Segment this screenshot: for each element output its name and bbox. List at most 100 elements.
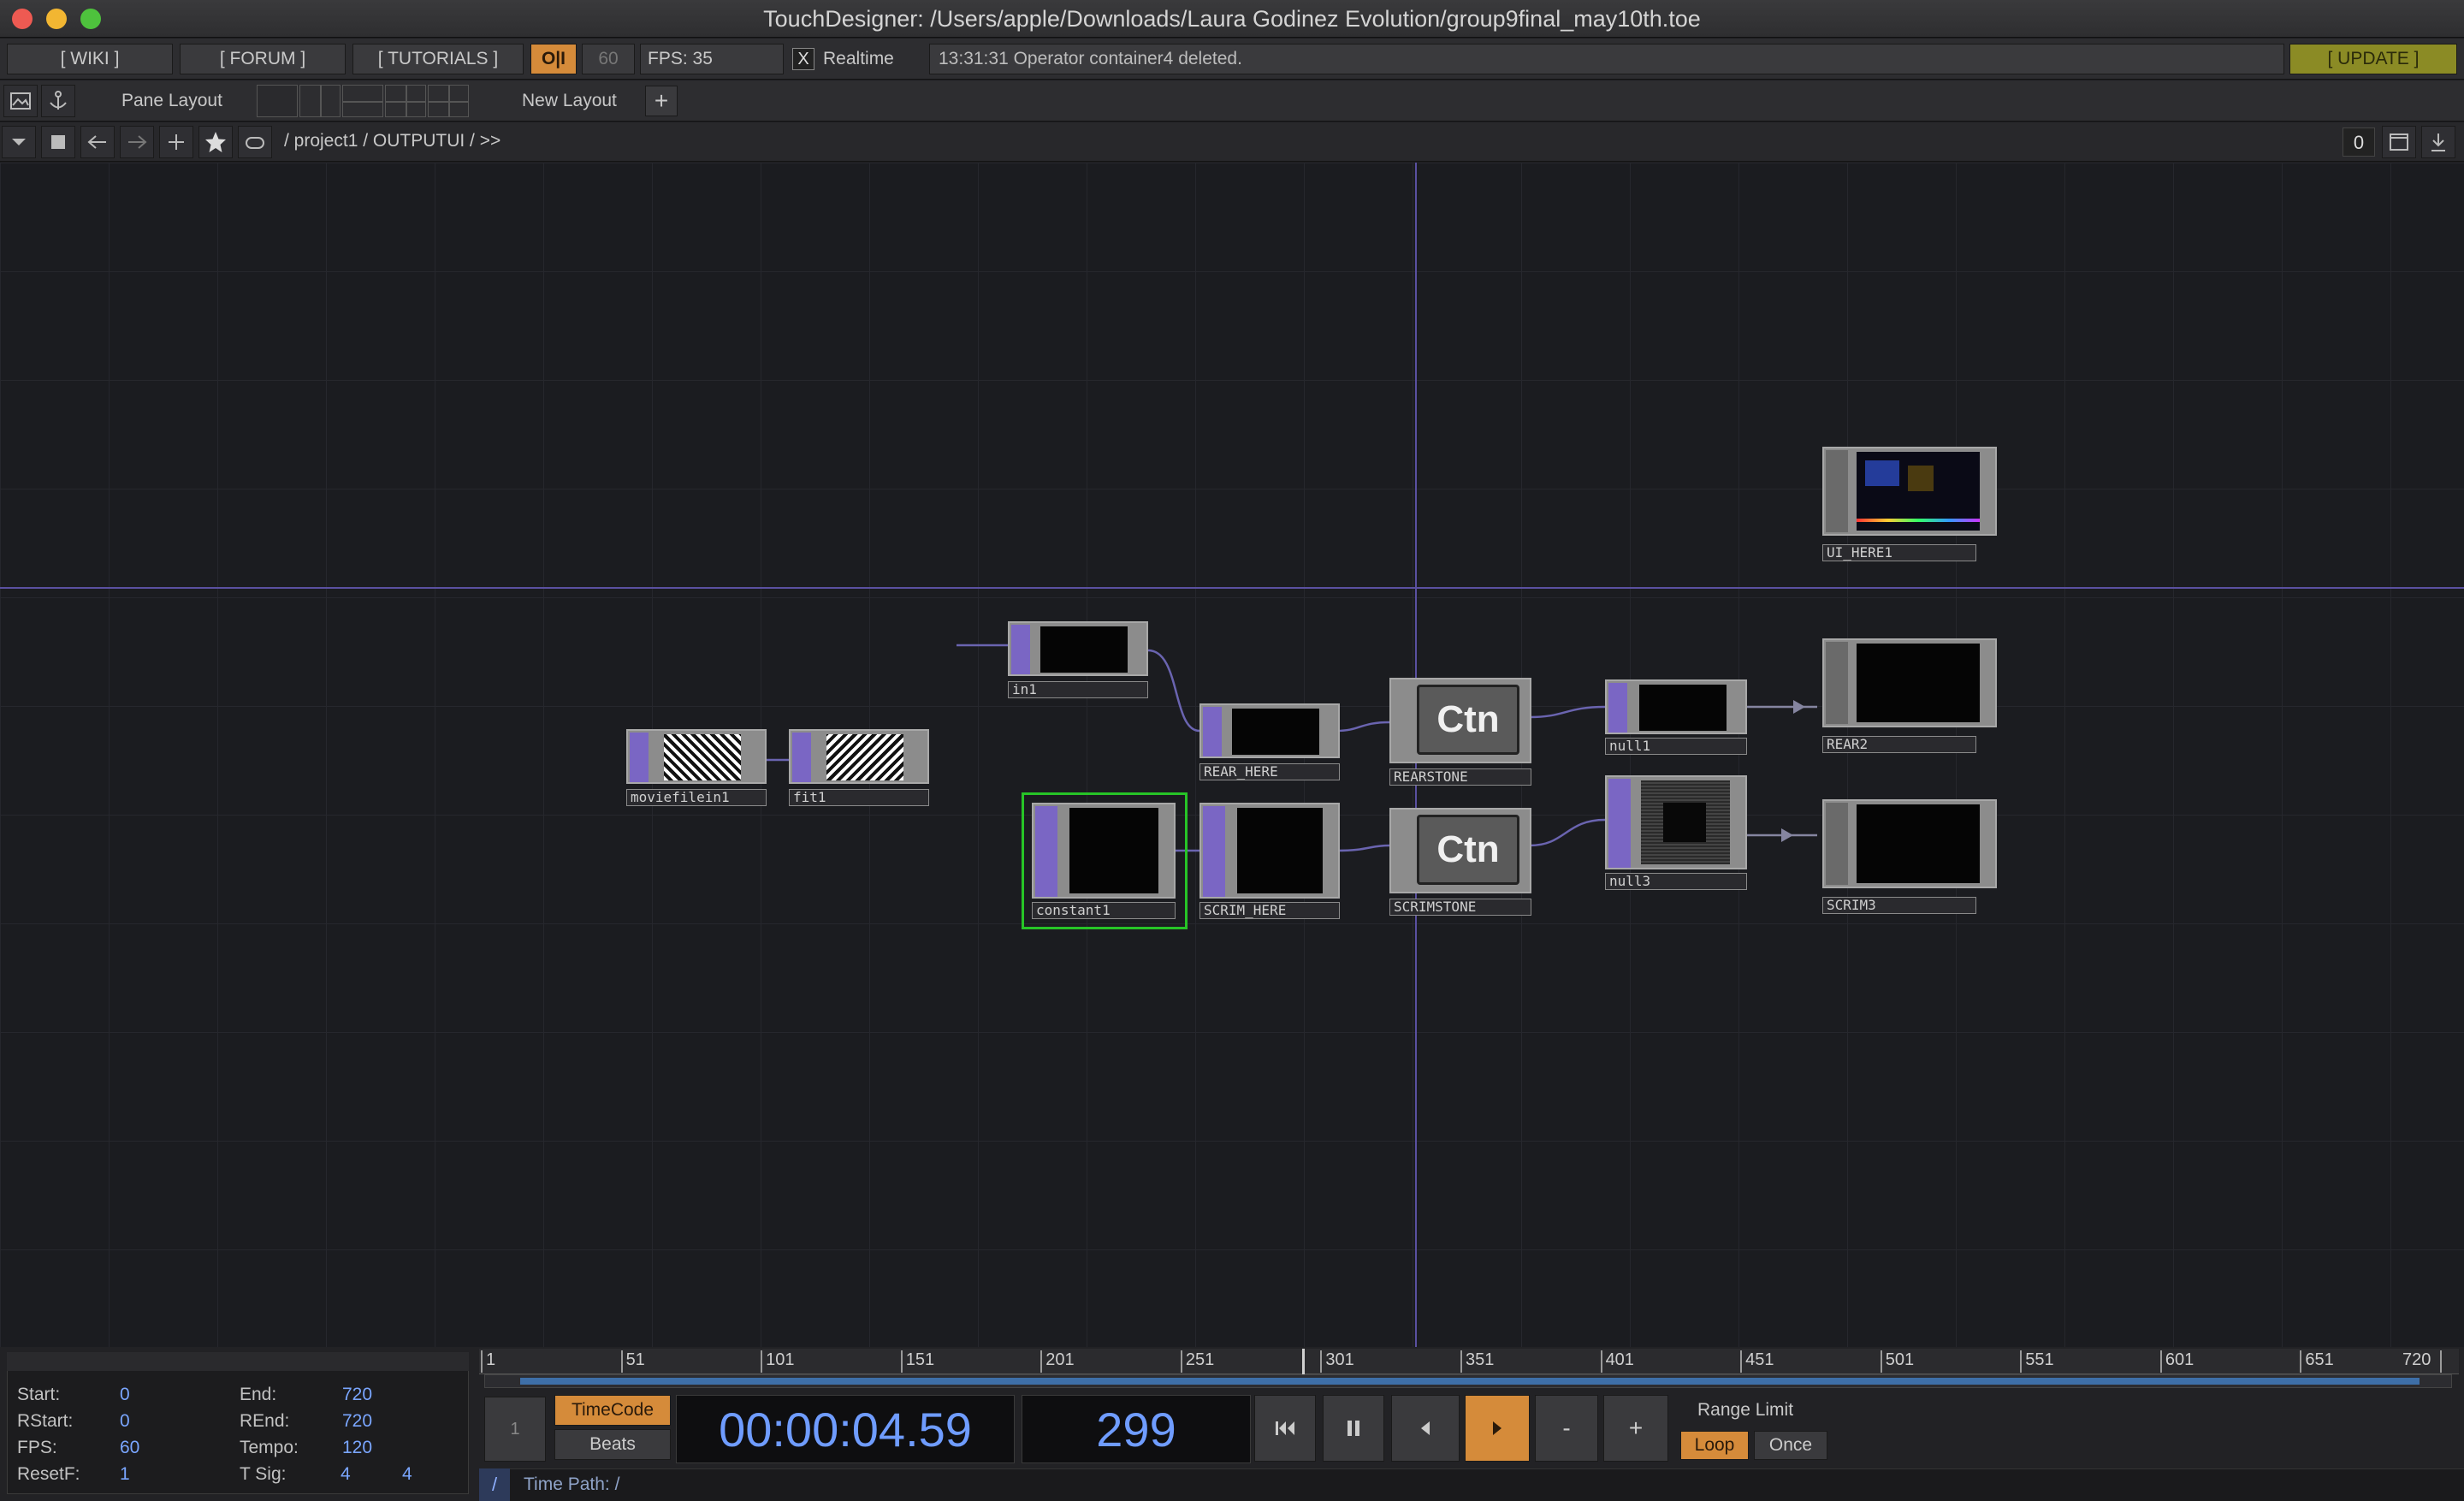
forward-arrow-icon[interactable] bbox=[120, 126, 154, 158]
node-scrim-here-label[interactable]: SCRIM_HERE bbox=[1199, 902, 1340, 919]
node-scrim-here-viewer bbox=[1237, 808, 1323, 893]
start-label: Start: bbox=[17, 1385, 61, 1404]
node-null1-viewer bbox=[1639, 685, 1727, 731]
ruler-tick-line bbox=[1600, 1350, 1602, 1373]
once-button[interactable]: Once bbox=[1754, 1431, 1827, 1460]
node-fit1-viewer bbox=[826, 734, 903, 780]
tutorials-button[interactable]: [ TUTORIALS ] bbox=[352, 44, 524, 74]
node-constant1-label[interactable]: constant1 bbox=[1032, 902, 1176, 919]
time-path-bar bbox=[479, 1468, 2464, 1501]
anchor-icon[interactable] bbox=[41, 85, 75, 117]
node-fit1-label[interactable]: fit1 bbox=[789, 789, 929, 806]
rend-label: REnd: bbox=[240, 1411, 290, 1431]
ruler-tick-label: 101 bbox=[766, 1350, 795, 1369]
add-icon[interactable] bbox=[159, 126, 193, 158]
realtime-checkbox[interactable]: X bbox=[792, 48, 814, 70]
fps-target-field[interactable]: 60 bbox=[582, 44, 635, 74]
rstart-value[interactable]: 0 bbox=[120, 1411, 130, 1432]
pane-layout-label: Pane Layout bbox=[121, 91, 222, 110]
playhead-marker[interactable] bbox=[1302, 1349, 1305, 1374]
download-icon[interactable] bbox=[2421, 126, 2455, 158]
stop-icon[interactable] bbox=[41, 126, 75, 158]
loop-button[interactable]: Loop bbox=[1680, 1431, 1749, 1460]
frame-display[interactable]: 299 bbox=[1022, 1395, 1251, 1463]
pause-icon[interactable] bbox=[1323, 1395, 1384, 1462]
side-index[interactable]: 1 bbox=[484, 1397, 546, 1462]
tempo-value[interactable]: 120 bbox=[342, 1438, 372, 1458]
node-scrimstone-viewer: Ctn bbox=[1417, 815, 1519, 885]
dropdown-arrow-icon[interactable] bbox=[2, 126, 36, 158]
node-ui-here1-label[interactable]: UI_HERE1 bbox=[1822, 544, 1976, 561]
gamepad-icon[interactable] bbox=[238, 126, 272, 158]
play-icon[interactable] bbox=[1465, 1395, 1530, 1462]
node-counter: 0 bbox=[2343, 128, 2375, 157]
ruler-tick-label: 501 bbox=[1885, 1350, 1915, 1369]
layout-quad-icon[interactable] bbox=[428, 85, 469, 117]
increment-button[interactable]: + bbox=[1603, 1395, 1668, 1462]
node-rear2-label[interactable]: REAR2 bbox=[1822, 736, 1976, 753]
network-editor[interactable]: moviefilein1 fit1 in1 REAR_HERE constant… bbox=[0, 163, 2464, 1347]
node-null1-strip bbox=[1608, 683, 1627, 733]
time-path-root[interactable]: / bbox=[479, 1468, 510, 1501]
beats-button[interactable]: Beats bbox=[554, 1429, 671, 1460]
decrement-button[interactable]: - bbox=[1535, 1395, 1598, 1462]
node-rearstone-label[interactable]: REARSTONE bbox=[1389, 768, 1531, 786]
ruler-tick-label: 301 bbox=[1325, 1350, 1354, 1369]
node-scrim3-viewer bbox=[1857, 804, 1980, 883]
realtime-label: Realtime bbox=[823, 49, 894, 68]
node-ui-here1-strip bbox=[1826, 450, 1848, 532]
node-null1-label[interactable]: null1 bbox=[1605, 738, 1747, 755]
maximize-pane-icon[interactable] bbox=[2382, 126, 2416, 158]
rewind-to-start-icon[interactable] bbox=[1254, 1395, 1316, 1462]
timecode-button[interactable]: TimeCode bbox=[554, 1395, 671, 1426]
update-button[interactable]: [ UPDATE ] bbox=[2289, 44, 2457, 74]
start-value[interactable]: 0 bbox=[120, 1385, 130, 1405]
node-scrim3-label[interactable]: SCRIM3 bbox=[1822, 897, 1976, 914]
wiki-button[interactable]: [ WIKI ] bbox=[7, 44, 173, 74]
range-bar[interactable] bbox=[520, 1378, 2420, 1385]
tsig-label: T Sig: bbox=[240, 1464, 287, 1484]
oi-toggle-button[interactable]: O|I bbox=[530, 44, 577, 74]
star-icon[interactable] bbox=[198, 126, 233, 158]
node-rearstone-viewer: Ctn bbox=[1417, 685, 1519, 755]
node-in1-label[interactable]: in1 bbox=[1008, 681, 1148, 698]
node-moviefilein1-label[interactable]: moviefilein1 bbox=[626, 789, 767, 806]
ruler-tick-line bbox=[1880, 1350, 1882, 1373]
timecode-display[interactable]: 00:00:04.59 bbox=[676, 1395, 1015, 1463]
ruler-tick-line bbox=[900, 1350, 903, 1373]
step-back-icon[interactable] bbox=[1391, 1395, 1460, 1462]
ruler-tick-label: 551 bbox=[2025, 1350, 2054, 1369]
ruler-tick-line bbox=[2440, 1350, 2442, 1373]
layout-split-vertical-icon[interactable] bbox=[299, 85, 341, 117]
layout-three-pane-icon[interactable] bbox=[385, 85, 426, 117]
range-limit-label: Range Limit bbox=[1697, 1400, 1794, 1420]
tsig-denominator[interactable]: 4 bbox=[402, 1464, 412, 1485]
node-rear-here-label[interactable]: REAR_HERE bbox=[1199, 763, 1340, 780]
node-scrimstone-label[interactable]: SCRIMSTONE bbox=[1389, 899, 1531, 916]
forum-button[interactable]: [ FORUM ] bbox=[180, 44, 346, 74]
node-rear-here-viewer bbox=[1232, 709, 1319, 755]
end-value[interactable]: 720 bbox=[342, 1385, 372, 1405]
ruler-tick-line bbox=[761, 1350, 763, 1373]
tsig-numerator[interactable]: 4 bbox=[341, 1464, 351, 1485]
add-layout-button[interactable]: + bbox=[645, 86, 678, 116]
node-null3-label[interactable]: null3 bbox=[1605, 873, 1747, 890]
ruler-tick-line bbox=[1320, 1350, 1323, 1373]
breadcrumb-path[interactable]: / project1 / OUTPUTUI / >> bbox=[284, 125, 500, 157]
node-moviefilein1-strip bbox=[630, 733, 649, 782]
layout-split-horizontal-icon[interactable] bbox=[342, 85, 383, 117]
pane-image-icon[interactable] bbox=[3, 85, 38, 117]
ruler-tick-line bbox=[2159, 1350, 2162, 1373]
resetf-value[interactable]: 1 bbox=[120, 1464, 130, 1485]
node-rear-here-strip bbox=[1203, 707, 1222, 756]
back-arrow-icon[interactable] bbox=[80, 126, 115, 158]
ruler-tick-label: 351 bbox=[1466, 1350, 1495, 1369]
ruler-tick-line bbox=[620, 1350, 623, 1373]
ruler-tick-label: 251 bbox=[1185, 1350, 1215, 1369]
time-path-label[interactable]: Time Path: / bbox=[524, 1468, 619, 1501]
rend-value[interactable]: 720 bbox=[342, 1411, 372, 1432]
fps-value[interactable]: 60 bbox=[120, 1438, 139, 1458]
new-layout-label[interactable]: New Layout bbox=[522, 85, 617, 117]
node-in1-strip bbox=[1011, 625, 1030, 674]
layout-single-icon[interactable] bbox=[257, 85, 298, 117]
